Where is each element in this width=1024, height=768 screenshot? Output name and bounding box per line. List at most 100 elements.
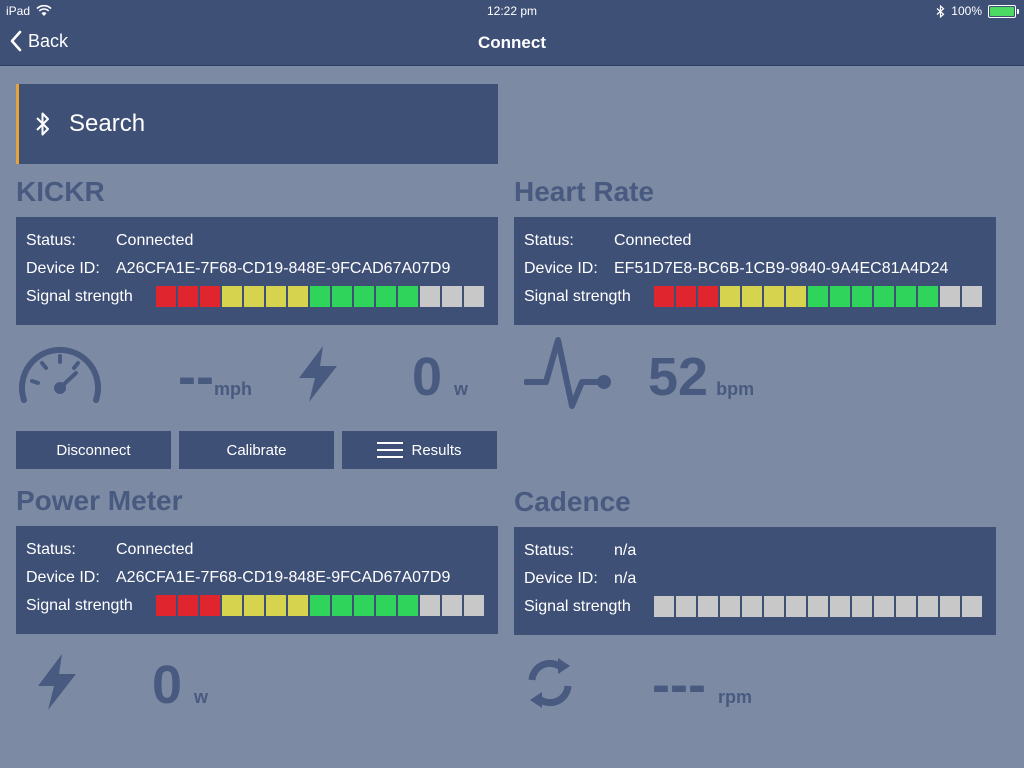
- signal-bar: [376, 595, 396, 616]
- signal-bar: [310, 286, 330, 307]
- signal-bar: [720, 596, 740, 617]
- nav-bar: Back Connect: [0, 22, 1024, 66]
- refresh-icon: [528, 658, 572, 708]
- cadence-value: ---: [652, 655, 706, 715]
- signal-bar: [156, 286, 176, 307]
- signal-bar: [742, 286, 762, 307]
- signal-bar: [354, 595, 374, 616]
- signal-bar: [442, 286, 462, 307]
- signal-bar: [940, 286, 960, 307]
- kickr-title: KICKR: [16, 176, 105, 207]
- signal-key: Signal strength: [26, 597, 133, 614]
- heart-rate-device-id: EF51D7E8-BC6B-1CB9-9840-9A4EC81A4D24: [614, 260, 949, 277]
- signal-bar: [786, 286, 806, 307]
- heart-rate-value: 52: [648, 347, 709, 407]
- page-title: Connect: [478, 33, 546, 52]
- signal-bar: [288, 595, 308, 616]
- results-label: Results: [411, 441, 462, 459]
- power-meter-signal-meter: [156, 595, 484, 616]
- heart-rate-signal-meter: [654, 286, 982, 307]
- signal-bar: [918, 596, 938, 617]
- signal-bar: [940, 596, 960, 617]
- battery-percent: 100%: [951, 4, 982, 18]
- signal-bar: [962, 596, 982, 617]
- signal-bar: [896, 596, 916, 617]
- menu-icon: [377, 442, 404, 458]
- kickr-status: Connected: [116, 232, 194, 249]
- signal-bar: [464, 286, 484, 307]
- signal-bar: [332, 595, 352, 616]
- signal-bar: [266, 286, 286, 307]
- kickr-power: 0w: [412, 346, 468, 408]
- heart-rate-status: Connected: [614, 232, 692, 249]
- device-id-key: Device ID:: [26, 260, 100, 277]
- signal-bar: [874, 286, 894, 307]
- signal-bar: [420, 286, 440, 307]
- signal-key: Signal strength: [524, 598, 631, 615]
- signal-bar: [720, 286, 740, 307]
- status-key: Status:: [26, 232, 76, 249]
- heart-rate-title: Heart Rate: [514, 176, 655, 207]
- cadence-device-id: n/a: [614, 570, 637, 587]
- power-meter-title: Power Meter: [16, 485, 183, 516]
- device-id-key: Device ID:: [524, 570, 598, 587]
- signal-bar: [874, 596, 894, 617]
- signal-bar: [764, 286, 784, 307]
- signal-bar: [398, 286, 418, 307]
- status-key: Status:: [26, 541, 76, 558]
- signal-bar: [354, 286, 374, 307]
- lightning-icon: [38, 654, 76, 710]
- calibrate-button[interactable]: Calibrate: [179, 431, 334, 469]
- signal-bar: [266, 595, 286, 616]
- signal-bar: [808, 596, 828, 617]
- cadence-status: n/a: [614, 542, 637, 559]
- cadence-readout: --- rpm: [652, 654, 752, 716]
- signal-bar: [786, 596, 806, 617]
- signal-bar: [442, 595, 462, 616]
- signal-bar: [852, 286, 872, 307]
- calibrate-label: Calibrate: [226, 441, 287, 459]
- signal-bar: [178, 286, 198, 307]
- signal-bar: [200, 286, 220, 307]
- signal-bar: [654, 596, 674, 617]
- power-value: 0: [412, 347, 443, 407]
- device-id-key: Device ID:: [26, 569, 100, 586]
- bluetooth-icon: [936, 4, 945, 18]
- signal-bar: [698, 596, 718, 617]
- signal-key: Signal strength: [26, 288, 133, 305]
- status-time: 12:22 pm: [486, 4, 538, 18]
- cadence-unit: rpm: [717, 687, 752, 707]
- status-key: Status:: [524, 232, 574, 249]
- signal-bar: [676, 286, 696, 307]
- signal-bar: [244, 286, 264, 307]
- search-label: Search: [69, 110, 146, 137]
- signal-bar: [698, 286, 718, 307]
- kickr-card: Status: Connected Device ID: A26CFA1E-7F68…: [16, 217, 498, 325]
- power-unit: w: [454, 379, 469, 399]
- cadence-card: Status: n/a Device ID: n/a Signal strength: [514, 527, 996, 635]
- power-meter-card: Status: Connected Device ID: A26CFA1E-7F68…: [16, 526, 498, 634]
- device-id-key: Device ID:: [524, 260, 598, 277]
- status-bar: iPad 12:22 pm 100%: [0, 0, 1024, 22]
- signal-bar: [852, 596, 872, 617]
- speed-value: --: [178, 347, 214, 407]
- signal-bar: [654, 286, 674, 307]
- signal-bar: [310, 595, 330, 616]
- heart-rate-unit: bpm: [716, 379, 755, 399]
- signal-bar: [376, 286, 396, 307]
- signal-bar: [808, 286, 828, 307]
- power-meter-value: 0: [152, 655, 183, 715]
- results-button[interactable]: Results: [342, 431, 497, 469]
- heart-rate-card: Status: Connected Device ID: EF51D7E8-BC6B…: [514, 217, 996, 325]
- signal-bar: [398, 595, 418, 616]
- signal-bar: [764, 596, 784, 617]
- bluetooth-icon: [36, 112, 49, 136]
- power-meter-device-id: A26CFA1E-7F68-CD19-848E-9FCAD67A07D9: [116, 569, 451, 586]
- heartbeat-icon: [524, 337, 611, 409]
- disconnect-button[interactable]: Disconnect: [16, 431, 171, 469]
- battery-icon: [988, 4, 1019, 18]
- search-button[interactable]: Search: [16, 84, 498, 164]
- signal-bar: [918, 286, 938, 307]
- kickr-signal-meter: [156, 286, 484, 307]
- cadence-signal-meter: [654, 596, 982, 617]
